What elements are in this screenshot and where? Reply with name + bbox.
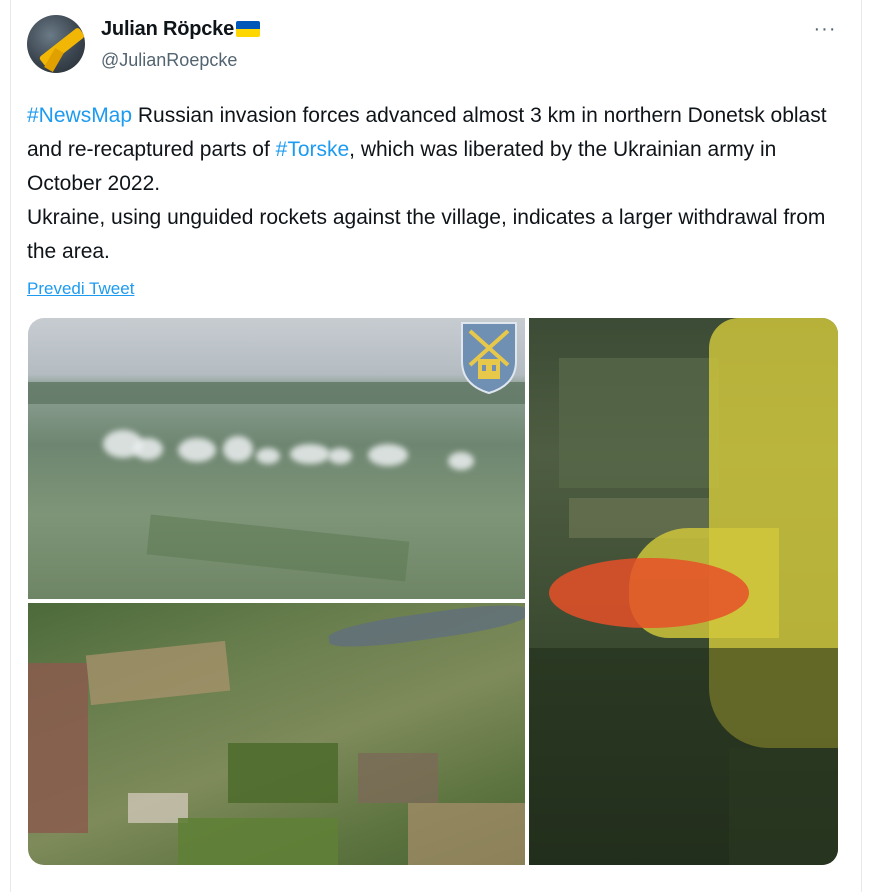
- more-options-icon[interactable]: ···: [810, 14, 840, 44]
- tweet-text-part3: Ukraine, using unguided rockets against …: [27, 206, 826, 263]
- translate-tweet-link[interactable]: Prevedi Tweet: [27, 279, 134, 299]
- tweet-text: #NewsMap Russian invasion forces advance…: [27, 99, 847, 269]
- ukraine-flag-icon: [236, 21, 260, 37]
- author-display-name[interactable]: Julian Röpcke: [101, 18, 260, 41]
- hashtag-newsmap[interactable]: #NewsMap: [27, 104, 132, 127]
- media-image-shelling[interactable]: [28, 318, 525, 599]
- hashtag-torske[interactable]: #Torske: [276, 138, 350, 161]
- display-name-text[interactable]: Julian Röpcke: [101, 18, 234, 40]
- media-grid: [28, 318, 838, 865]
- media-image-frontline-map[interactable]: [529, 318, 838, 865]
- author-handle[interactable]: @JulianRoepcke: [101, 50, 237, 71]
- avatar[interactable]: [27, 15, 85, 73]
- emblem-icon: [461, 322, 517, 395]
- media-image-village-satellite[interactable]: [28, 603, 525, 865]
